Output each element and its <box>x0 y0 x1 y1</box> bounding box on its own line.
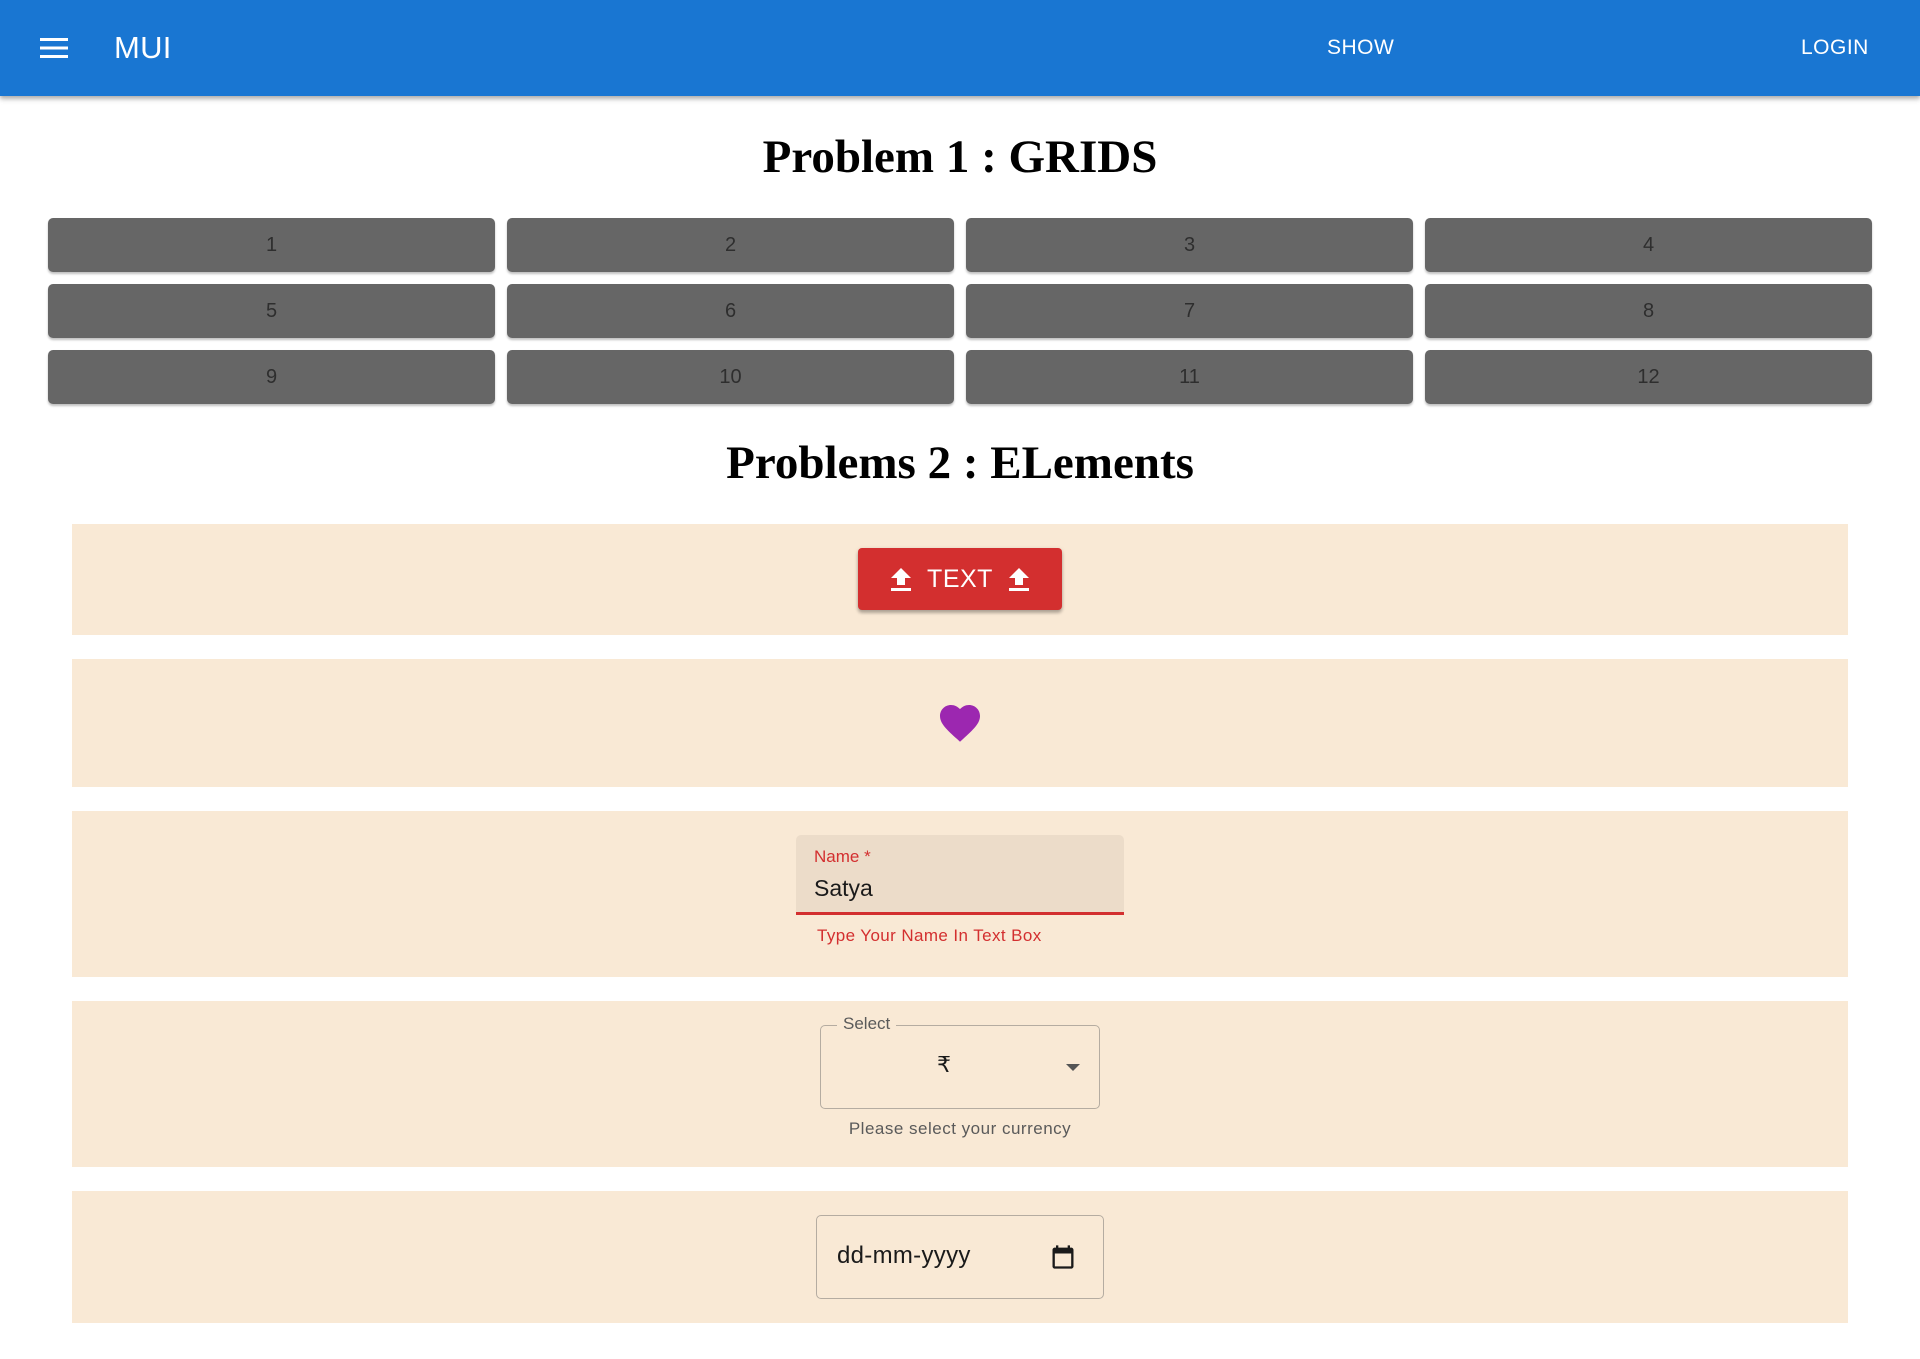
grid-item: 10 <box>507 350 954 404</box>
heart-icon <box>940 705 980 742</box>
button-panel: TEXT <box>72 524 1848 635</box>
text-button-label: TEXT <box>927 564 993 593</box>
currency-select-label: Select <box>837 1014 897 1034</box>
login-button[interactable]: LOGIN <box>1791 24 1879 72</box>
grid-item: 1 <box>48 218 495 272</box>
date-field-placeholder: dd-mm-yyyy <box>837 1242 971 1269</box>
upload-icon <box>891 568 912 591</box>
grid-item: 4 <box>1425 218 1872 272</box>
date-field[interactable]: dd-mm-yyyy <box>816 1215 1104 1299</box>
grid-item: 12 <box>1425 350 1872 404</box>
date-panel: dd-mm-yyyy <box>72 1191 1848 1323</box>
problem2-title: Problems 2 : ELements <box>726 437 1194 489</box>
select-panel: Select ₹ Please select your currency <box>72 1001 1848 1167</box>
calendar-icon[interactable] <box>1049 1243 1077 1271</box>
problem1-title: Problem 1 : GRIDS <box>762 131 1158 183</box>
grid-item: 8 <box>1425 284 1872 338</box>
icon-panel <box>72 659 1848 787</box>
grid-item: 9 <box>48 350 495 404</box>
hamburger-menu-icon <box>40 38 68 58</box>
currency-select-value: ₹ <box>937 1052 951 1077</box>
name-field[interactable]: Name * Satya <box>796 835 1124 915</box>
grid-item: 2 <box>507 218 954 272</box>
grid-container: 1 2 3 4 5 6 7 8 9 10 11 12 <box>48 218 1872 404</box>
name-field-label: Name * <box>814 847 871 866</box>
grid-item: 3 <box>966 218 1413 272</box>
grid-item: 6 <box>507 284 954 338</box>
currency-select[interactable]: Select ₹ <box>820 1014 1100 1109</box>
grid-item: 7 <box>966 284 1413 338</box>
textfield-panel: Name * Satya Type Your Name In Text Box <box>72 811 1848 977</box>
menu-button[interactable] <box>30 24 78 72</box>
app-title: MUI <box>114 30 172 65</box>
grid-item: 5 <box>48 284 495 338</box>
text-button[interactable]: TEXT <box>858 548 1062 610</box>
app-bar: MUI SHOW LOGIN <box>0 0 1920 96</box>
name-field-value[interactable]: Satya <box>814 875 873 902</box>
currency-helper: Please select your currency <box>848 1119 1072 1138</box>
upload-icon <box>1008 568 1029 591</box>
name-field-helper: Type Your Name In Text Box <box>817 926 1042 945</box>
show-button[interactable]: SHOW <box>1317 24 1404 72</box>
grid-item: 11 <box>966 350 1413 404</box>
dropdown-arrow-icon <box>1066 1064 1080 1071</box>
